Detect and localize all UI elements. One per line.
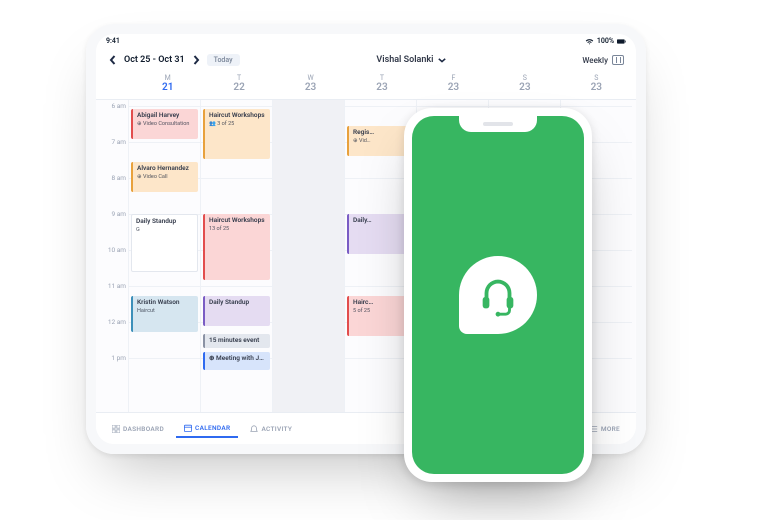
tab-activity[interactable]: ACTIVITY (242, 421, 300, 437)
hour-label: 11 am (96, 282, 126, 290)
event-subtitle: 13 of 25 (209, 226, 229, 232)
event-subtitle: Haircut (137, 308, 155, 314)
tab-calendar[interactable]: CALENDAR (176, 420, 238, 438)
calendar-event[interactable]: Daily StandupG (131, 214, 198, 272)
event-title: Daily Standup (209, 299, 266, 307)
event-subtitle: ⊕ Vid… (353, 138, 371, 144)
event-title: Abigail Harvey (137, 112, 194, 120)
event-title: Regis… (353, 129, 410, 137)
view-grid-icon (612, 55, 624, 65)
hour-label: 9 am (96, 210, 126, 218)
header-left: Oct 25 - Oct 31 Today (108, 54, 240, 66)
weekday-header: M21 T22 W23 T23 F23 S23 S23 (96, 70, 636, 99)
event-title: 15 minutes event (209, 337, 266, 345)
calendar-event[interactable]: Haircut Workshops13 of 25 (203, 214, 270, 280)
calendar-header: Oct 25 - Oct 31 Today Vishal Solanki Wee… (96, 48, 636, 70)
day-col-fri[interactable]: F23 (418, 70, 489, 99)
app-logo-leaf (459, 256, 537, 334)
event-subtitle: 👥 3 of 25 (209, 121, 234, 127)
next-week-button[interactable] (191, 55, 201, 65)
event-title: Alvaro Hernandez (137, 165, 194, 173)
day-off-block: Day off (273, 99, 344, 412)
prev-week-button[interactable] (108, 55, 118, 65)
event-title: Hairc… (353, 299, 410, 307)
hour-label: 10 am (96, 246, 126, 254)
battery-icon (617, 37, 626, 46)
tab-dashboard[interactable]: DASHBOARD (104, 421, 172, 437)
day-col-thu[interactable]: T23 (346, 70, 417, 99)
day-col-tue[interactable]: T22 (203, 70, 274, 99)
tab-activity-label: ACTIVITY (261, 425, 292, 433)
status-time: 9:41 (106, 37, 120, 45)
hour-label: 1 pm (96, 354, 126, 362)
event-subtitle: 5 of 25 (353, 308, 370, 314)
user-selector[interactable]: Vishal Solanki (376, 55, 445, 65)
calendar-event[interactable]: Alvaro Hernandez⊕ Video Call (131, 162, 198, 192)
tab-dashboard-label: DASHBOARD (123, 425, 164, 433)
calendar-event[interactable]: Haircut Workshops👥 3 of 25 (203, 109, 270, 159)
status-right: 100% (585, 37, 626, 46)
event-title: ⊕ Meeting with Jo… (209, 355, 266, 363)
event-subtitle: ⊕ Video Consultation (137, 121, 189, 127)
event-title: Kristin Watson (137, 299, 194, 307)
calendar-event[interactable]: Abigail Harvey⊕ Video Consultation (131, 109, 198, 139)
calendar-event[interactable]: Kristin WatsonHaircut (131, 296, 198, 332)
calendar-event[interactable]: 15 minutes event (203, 334, 270, 348)
event-subtitle: ⊕ Video Call (137, 174, 168, 180)
hour-label: 6 am (96, 102, 126, 110)
phone-notch (459, 116, 537, 132)
hour-label: 12 am (96, 318, 126, 326)
hour-label: 8 am (96, 174, 126, 182)
phone-frame (404, 108, 592, 482)
event-title: Daily… (353, 217, 410, 225)
calendar-event[interactable]: Daily Standup (203, 296, 270, 326)
day-col-sun[interactable]: S23 (561, 70, 632, 99)
day-col-sat[interactable]: S23 (489, 70, 560, 99)
hour-label: 7 am (96, 138, 126, 146)
calendar-event[interactable]: ⊕ Meeting with Jo… (203, 352, 270, 370)
bell-icon (250, 425, 258, 433)
phone-screen (412, 116, 584, 474)
view-label: Weekly (582, 56, 608, 65)
event-subtitle: G (136, 227, 140, 233)
event-title: Haircut Workshops (209, 112, 266, 120)
chevron-down-icon (438, 56, 446, 64)
event-title: Daily Standup (136, 218, 193, 226)
user-name: Vishal Solanki (376, 55, 433, 65)
event-title: Haircut Workshops (209, 217, 266, 225)
headset-icon (475, 272, 521, 318)
wifi-icon (585, 37, 594, 46)
date-range[interactable]: Oct 25 - Oct 31 (124, 55, 185, 65)
hour-gutter: 6 am 7 am 8 am 9 am 10 am 11 am 12 am 1 pm (96, 100, 128, 412)
status-bar: 9:41 100% (96, 34, 636, 48)
day-col-mon[interactable]: M21 (132, 70, 203, 99)
dashboard-icon (112, 425, 120, 433)
calendar-icon (184, 424, 192, 432)
battery-pct: 100% (597, 37, 614, 45)
day-col-wed[interactable]: W23 (275, 70, 346, 99)
view-switcher[interactable]: Weekly (582, 55, 624, 65)
tab-calendar-label: CALENDAR (195, 424, 230, 432)
tab-more-label: MORE (601, 425, 620, 433)
today-button[interactable]: Today (207, 54, 240, 66)
